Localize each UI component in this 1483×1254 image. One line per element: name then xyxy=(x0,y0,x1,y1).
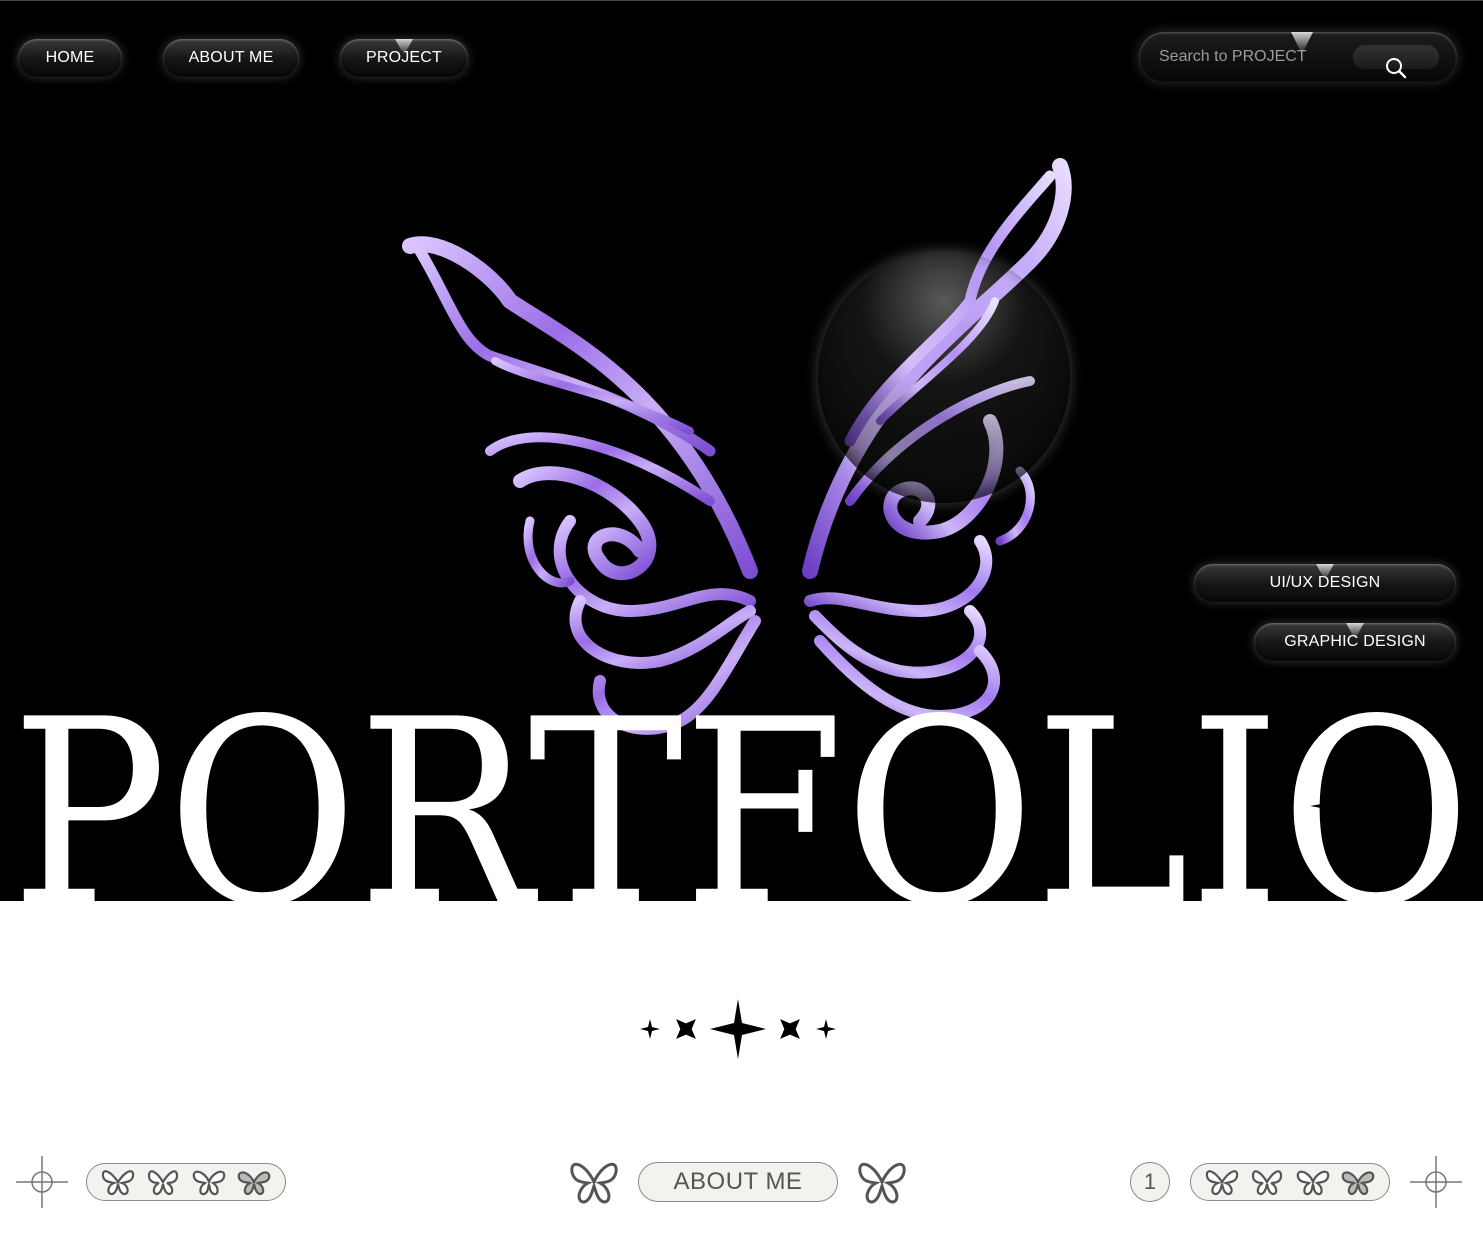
magnifier-icon xyxy=(1386,58,1407,79)
uiux-design-label: UI/UX DESIGN xyxy=(1269,574,1381,591)
crosshair-icon xyxy=(1410,1156,1462,1208)
uiux-design-button[interactable]: UI/UX DESIGN xyxy=(1194,564,1456,602)
search-button[interactable] xyxy=(1353,45,1439,79)
footer-bar: ABOUT ME 1 xyxy=(0,1150,1483,1214)
page-number-badge: 1 xyxy=(1130,1162,1170,1202)
search-input[interactable] xyxy=(1157,45,1351,69)
nav-about-button[interactable]: ABOUT ME xyxy=(163,39,299,77)
butterfly-icon xyxy=(858,1162,906,1204)
butterfly-icon xyxy=(101,1170,134,1196)
butterfly-icons-left xyxy=(86,1163,286,1201)
nav-project-label: PROJECT xyxy=(365,49,443,66)
nav-home-label: HOME xyxy=(45,49,95,66)
glass-orb xyxy=(818,251,1070,503)
footer-about-button[interactable]: ABOUT ME xyxy=(638,1162,838,1202)
decorative-stars-icon xyxy=(640,999,836,1059)
page-number-label: 1 xyxy=(1143,1169,1157,1194)
footer-about-label: ABOUT ME xyxy=(673,1168,803,1195)
butterfly-icon xyxy=(1296,1170,1329,1196)
nav-about-label: ABOUT ME xyxy=(188,49,274,66)
hero-section: HOME ABOUT ME PROJECT Search to PROJECT … xyxy=(0,0,1483,901)
nav-home-button[interactable]: HOME xyxy=(18,39,122,77)
butterfly-icon xyxy=(570,1162,618,1204)
graphic-design-label: GRAPHIC DESIGN xyxy=(1284,633,1426,650)
butterfly-icon xyxy=(1205,1170,1238,1196)
search-bar xyxy=(1139,32,1457,82)
butterfly-icon xyxy=(237,1171,271,1196)
butterfly-icon xyxy=(192,1170,225,1196)
portfolio-title: PORTFOLIO xyxy=(11,665,1471,901)
nav-project-button[interactable]: PROJECT xyxy=(340,39,468,77)
butterfly-icon xyxy=(1341,1171,1375,1196)
portfolio-wordmark: PORTFOLIO xyxy=(0,656,1483,901)
butterfly-icons-right xyxy=(1190,1163,1390,1201)
butterfly-icon xyxy=(148,1170,179,1196)
butterfly-icon xyxy=(1252,1170,1283,1196)
crosshair-icon xyxy=(16,1156,68,1208)
